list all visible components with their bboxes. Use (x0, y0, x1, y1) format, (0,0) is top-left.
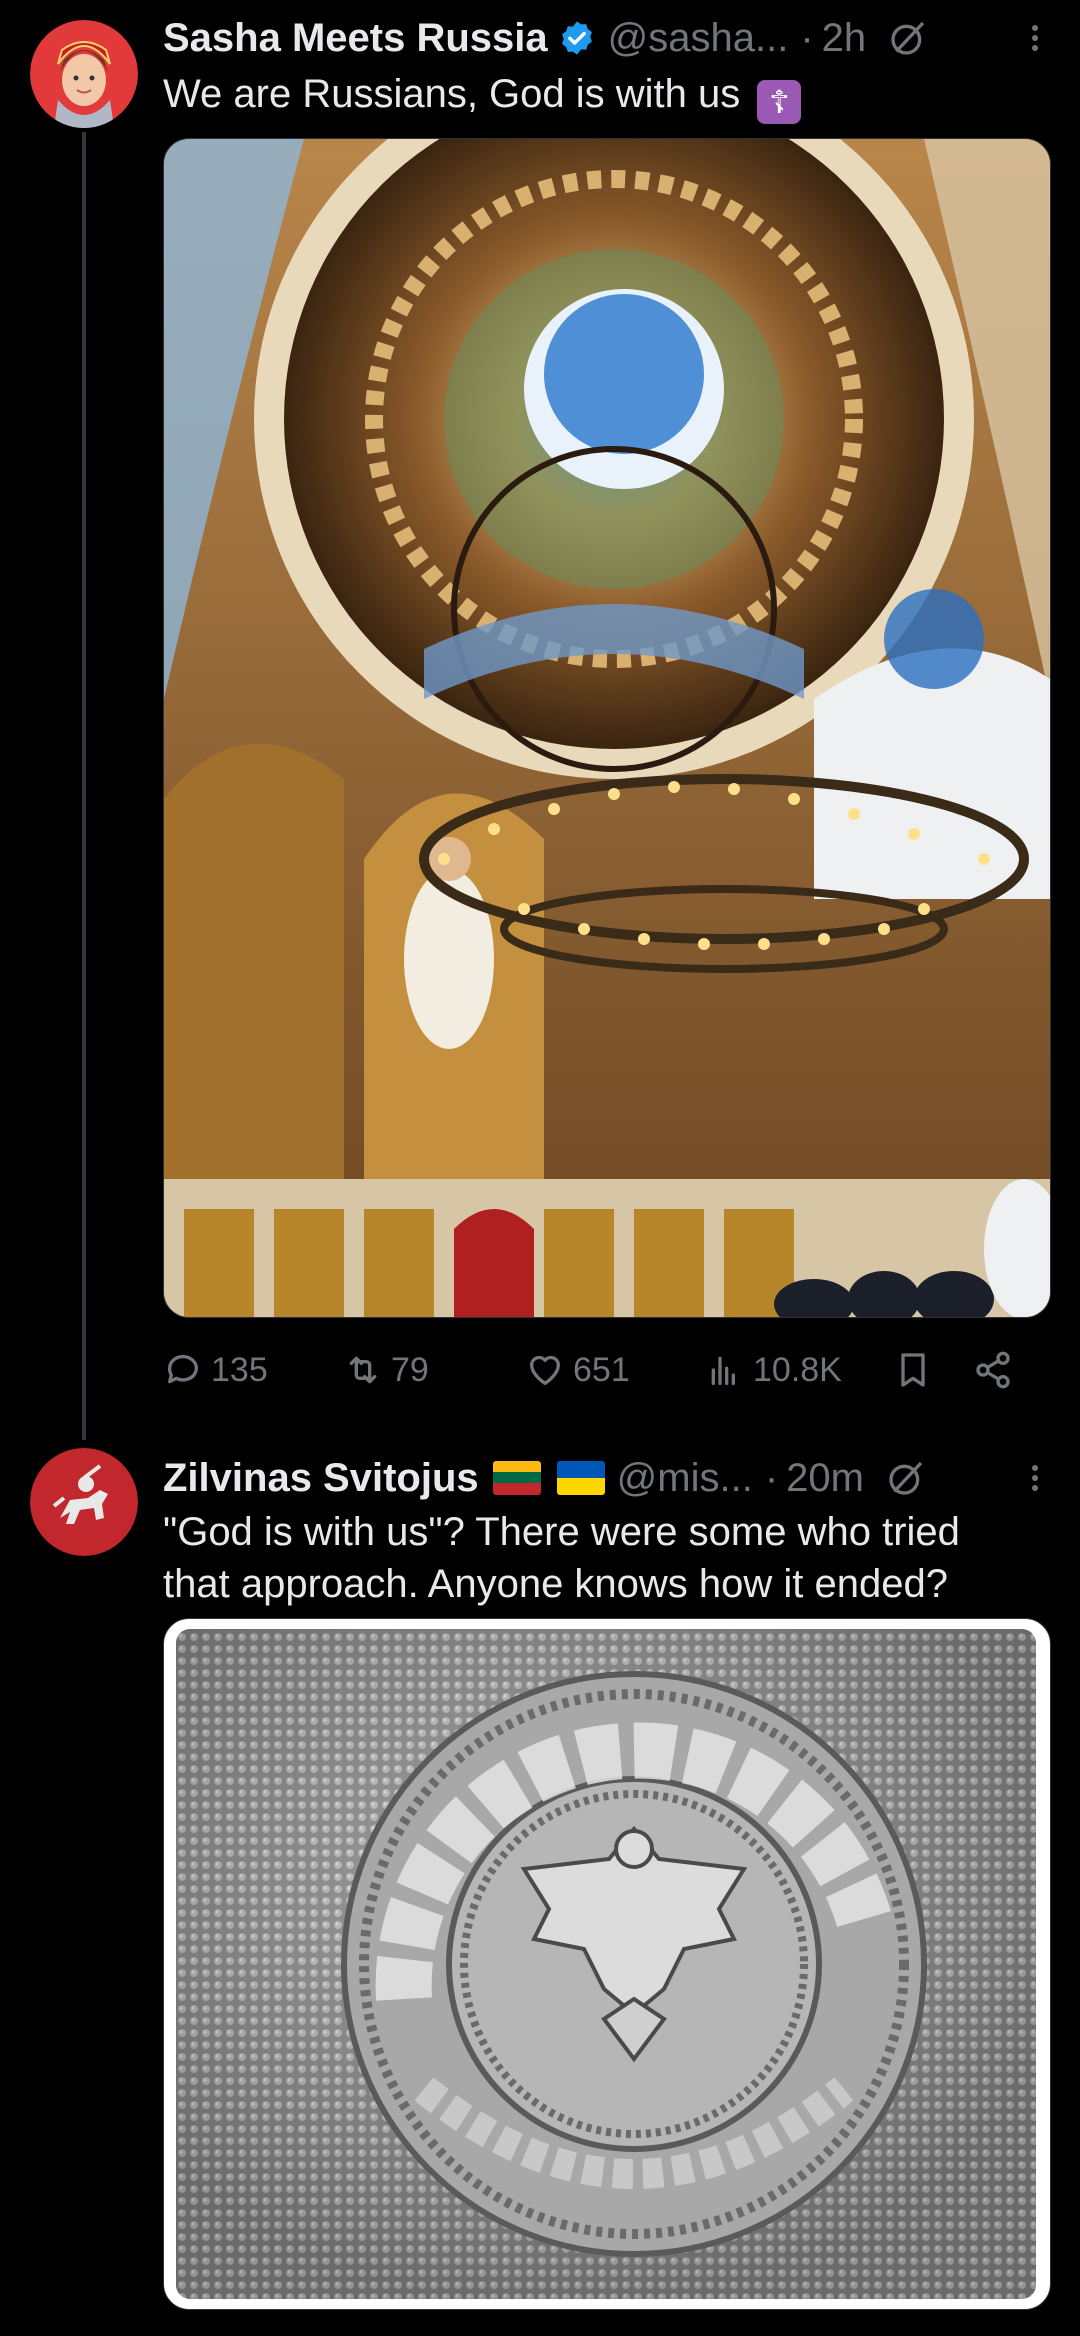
share-button[interactable] (973, 1350, 1033, 1390)
lithuania-flag-icon (492, 1461, 541, 1495)
views-count: 10.8K (753, 1350, 842, 1389)
avatar[interactable] (30, 20, 138, 128)
separator-dot: · (764, 1455, 779, 1500)
tweet-image-belt-buckle[interactable] (163, 1618, 1051, 2310)
reply-button[interactable]: 135 (163, 1350, 343, 1390)
like-button[interactable]: 651 (525, 1350, 705, 1390)
avatar[interactable] (30, 1448, 138, 1556)
repost-icon (349, 1356, 377, 1384)
author-name[interactable]: Zilvinas Svitojus (163, 1456, 479, 1501)
tweet-text: We are Russians, God is with us ☦ (163, 68, 1050, 124)
orthodox-cross-emoji: ☦ (757, 80, 802, 124)
grok-icon[interactable] (886, 1458, 926, 1498)
tweet-text-line: "God is with us"? There were some who tr… (163, 1510, 960, 1554)
tweet-2[interactable]: Zilvinas Svitojus @mis... · 20m "God is … (0, 1420, 1080, 2336)
grok-icon[interactable] (888, 18, 928, 58)
like-icon (530, 1355, 560, 1385)
tweet-1[interactable]: Sasha Meets Russia @sasha... · 2h We are… (0, 0, 1080, 1440)
tweet-text: "God is with us"? There were some who tr… (163, 1506, 1050, 1610)
ukraine-flag-icon (556, 1461, 605, 1495)
views-button[interactable]: 10.8K (705, 1350, 893, 1390)
timestamp[interactable]: 2h (822, 16, 867, 61)
repost-button[interactable]: 79 (343, 1350, 525, 1390)
tweet-text-content: We are Russians, God is with us (163, 72, 741, 116)
author-handle[interactable]: @mis... (617, 1456, 753, 1501)
tweet-image-cathedral[interactable] (163, 138, 1051, 1318)
like-count: 651 (573, 1350, 630, 1389)
timestamp[interactable]: 20m (786, 1456, 864, 1501)
reply-icon (167, 1354, 198, 1384)
verified-badge-icon (561, 21, 592, 55)
bookmark-button[interactable] (893, 1350, 973, 1390)
thread-line (82, 132, 86, 1440)
tweet-actions: 135 79 651 10.8K (163, 1340, 1049, 1400)
share-icon (976, 1351, 1010, 1389)
author-handle[interactable]: @sasha... (608, 16, 789, 61)
views-icon (711, 1356, 735, 1385)
author-name[interactable]: Sasha Meets Russia (163, 16, 548, 61)
separator-dot: · (800, 15, 814, 60)
reply-count: 135 (211, 1350, 268, 1389)
more-icon[interactable] (1020, 18, 1050, 58)
repost-count: 79 (391, 1350, 429, 1389)
more-icon[interactable] (1020, 1458, 1050, 1498)
bookmark-icon (901, 1353, 925, 1387)
tweet-header: Sasha Meets Russia @sasha... · 2h (163, 8, 1050, 68)
tweet-header: Zilvinas Svitojus @mis... · 20m (163, 1448, 1050, 1508)
tweet-text-line: that approach. Anyone knows how it ended… (163, 1562, 948, 1606)
